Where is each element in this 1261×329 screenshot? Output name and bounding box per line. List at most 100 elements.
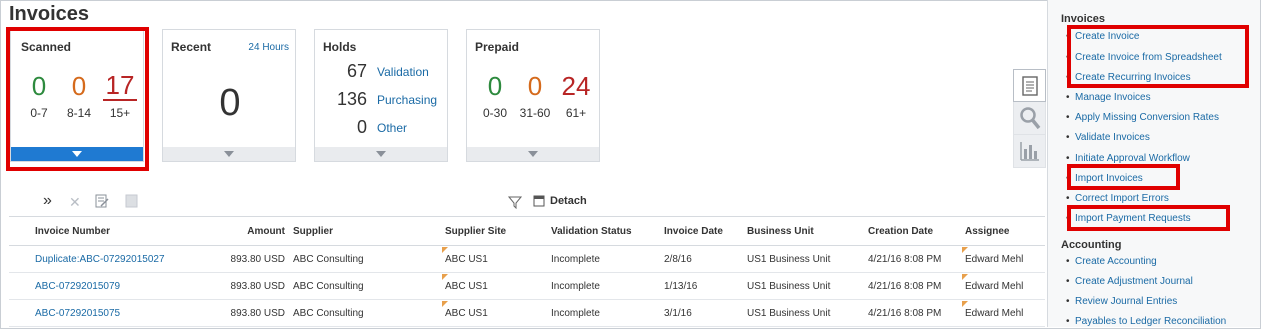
prepaid-tile-title: Prepaid	[475, 40, 520, 54]
notes-icon[interactable]	[125, 194, 138, 208]
task-link-correct-import-errors[interactable]: Correct Import Errors	[1066, 193, 1169, 204]
prepaid-count-0-30[interactable]: 0	[483, 71, 507, 102]
table-row[interactable]: Duplicate:ABC-07292015027 893.80 USD ABC…	[9, 245, 1045, 273]
row-selector[interactable]	[9, 299, 31, 327]
row-selector[interactable]	[9, 245, 31, 273]
holds-count-other[interactable]: 0	[323, 117, 367, 138]
invoice-number-link[interactable]: ABC-07292015079	[35, 281, 120, 292]
list-view-button[interactable]	[1013, 69, 1046, 102]
assignee-cell: Edward Mehl	[961, 299, 1045, 327]
task-link-create-invoice-from-spreadsheet[interactable]: Create Invoice from Spreadsheet	[1066, 52, 1222, 63]
holds-count-validation[interactable]: 67	[323, 61, 367, 82]
task-link-validate-invoices[interactable]: Validate Invoices	[1066, 132, 1150, 143]
prepaid-count-61-plus[interactable]: 24	[559, 71, 593, 102]
task-link-import-payment-requests[interactable]: Import Payment Requests	[1066, 213, 1191, 224]
detach-label: Detach	[550, 195, 587, 207]
creation-date-cell: 4/21/16 8:08 PM	[864, 245, 961, 273]
chevron-down-icon	[72, 151, 82, 157]
scanned-tile-title: Scanned	[21, 40, 72, 54]
column-header[interactable]: Invoice Date	[660, 218, 743, 246]
scanned-range-label: 15+	[109, 106, 131, 120]
chevron-down-icon	[528, 151, 538, 157]
scanned-expand-button[interactable]	[11, 147, 143, 161]
supplier-cell: ABC Consulting	[289, 272, 441, 300]
detach-button[interactable]: Detach	[533, 195, 587, 207]
holds-link-purchasing[interactable]: Purchasing	[377, 93, 437, 107]
holds-link-other[interactable]: Other	[377, 121, 407, 135]
recent-tile-title: Recent	[171, 40, 212, 54]
task-link-review-journal-entries[interactable]: Review Journal Entries	[1066, 296, 1177, 307]
column-header[interactable]: Invoice Number	[31, 218, 171, 246]
table-header-row: Invoice Number Amount Supplier Supplier …	[9, 218, 1045, 246]
table-row[interactable]: ABC-07292015079 893.80 USD ABC Consultin…	[9, 272, 1045, 300]
validation-status-cell: Incomplete	[547, 299, 660, 327]
prepaid-tile[interactable]: Prepaid 0 0 24 0-30 31-60 61+	[466, 29, 600, 162]
column-header[interactable]: Creation Date	[864, 218, 961, 246]
invoice-number-cell: Duplicate:ABC-07292015027	[31, 245, 171, 273]
business-unit-cell: US1 Business Unit	[743, 272, 864, 300]
column-header[interactable]: Assignee	[961, 218, 1045, 246]
document-icon	[1021, 75, 1038, 96]
task-link-create-accounting[interactable]: Create Accounting	[1066, 256, 1157, 267]
tasks-panel: Invoices Create Invoice Create Invoice f…	[1047, 0, 1260, 327]
task-link-create-adjustment-journal[interactable]: Create Adjustment Journal	[1066, 276, 1193, 287]
task-link-manage-invoices[interactable]: Manage Invoices	[1066, 92, 1151, 103]
supplier-site-cell: ABC US1	[441, 245, 547, 273]
edit-document-icon[interactable]	[95, 194, 109, 208]
prepaid-range-label: 0-30	[482, 106, 508, 120]
invoice-number-link[interactable]: Duplicate:ABC-07292015027	[35, 254, 165, 265]
task-link-payables-to-ledger-reconciliation[interactable]: Payables to Ledger Reconciliation	[1066, 316, 1226, 327]
column-header[interactable]: Amount	[171, 218, 289, 246]
close-icon[interactable]: ✕	[69, 194, 81, 211]
detach-icon	[533, 195, 545, 207]
holds-expand-button[interactable]	[315, 147, 447, 161]
column-header[interactable]: Business Unit	[743, 218, 864, 246]
page-title: Invoices	[9, 3, 90, 25]
search-view-button[interactable]	[1013, 102, 1046, 135]
task-link-create-invoice[interactable]: Create Invoice	[1066, 31, 1140, 42]
invoice-number-link[interactable]: ABC-07292015075	[35, 308, 120, 319]
supplier-cell: ABC Consulting	[289, 245, 441, 273]
assignee-cell: Edward Mehl	[961, 245, 1045, 273]
expand-toolbar-icon[interactable]: »	[43, 192, 52, 210]
task-link-import-invoices[interactable]: Import Invoices	[1066, 173, 1143, 184]
task-link-apply-missing-conversion-rates[interactable]: Apply Missing Conversion Rates	[1066, 112, 1219, 123]
recent-expand-button[interactable]	[163, 147, 295, 161]
column-header[interactable]: Validation Status	[547, 218, 660, 246]
holds-count-purchasing[interactable]: 136	[323, 89, 367, 110]
invoices-table: Invoice Number Amount Supplier Supplier …	[9, 218, 1045, 327]
table-toolbar: » ✕ Detach	[9, 188, 1045, 217]
invoices-task-heading: Invoices	[1061, 13, 1106, 25]
prepaid-count-31-60[interactable]: 0	[523, 71, 547, 102]
business-unit-cell: US1 Business Unit	[743, 245, 864, 273]
accounting-task-heading: Accounting	[1061, 239, 1122, 251]
table-row[interactable]: ABC-07292015075 893.80 USD ABC Consultin…	[9, 299, 1045, 327]
amount-cell: 893.80 USD	[171, 245, 289, 273]
business-unit-cell: US1 Business Unit	[743, 299, 864, 327]
chevron-down-icon	[376, 151, 386, 157]
filter-icon[interactable]	[508, 195, 522, 209]
recent-period-link[interactable]: 24 Hours	[248, 42, 289, 53]
recent-count[interactable]: 0	[163, 82, 297, 125]
column-header[interactable]: Supplier Site	[441, 218, 547, 246]
amount-cell: 893.80 USD	[171, 272, 289, 300]
prepaid-expand-button[interactable]	[467, 147, 599, 161]
invoice-date-cell: 1/13/16	[660, 272, 743, 300]
holds-tile[interactable]: Holds 67 Validation 136 Purchasing 0 Oth…	[314, 29, 448, 162]
task-link-create-recurring-invoices[interactable]: Create Recurring Invoices	[1066, 72, 1191, 83]
search-icon	[1019, 107, 1040, 130]
scanned-count-8-14[interactable]: 0	[67, 71, 91, 102]
analytics-view-button[interactable]	[1013, 135, 1046, 168]
task-link-initiate-approval-workflow[interactable]: Initiate Approval Workflow	[1066, 153, 1190, 164]
row-selector[interactable]	[9, 272, 31, 300]
assignee-cell: Edward Mehl	[961, 272, 1045, 300]
scanned-tile[interactable]: Scanned 0 0 17 0-7 8-14 15+	[10, 29, 144, 162]
column-header[interactable]: Supplier	[289, 218, 441, 246]
validation-status-cell: Incomplete	[547, 272, 660, 300]
scanned-count-15-plus[interactable]: 17	[103, 71, 137, 101]
creation-date-cell: 4/21/16 8:08 PM	[864, 299, 961, 327]
scanned-count-0-7[interactable]: 0	[27, 71, 51, 102]
amount-cell: 893.80 USD	[171, 299, 289, 327]
holds-link-validation[interactable]: Validation	[377, 65, 429, 79]
recent-tile[interactable]: Recent 24 Hours 0	[162, 29, 296, 162]
